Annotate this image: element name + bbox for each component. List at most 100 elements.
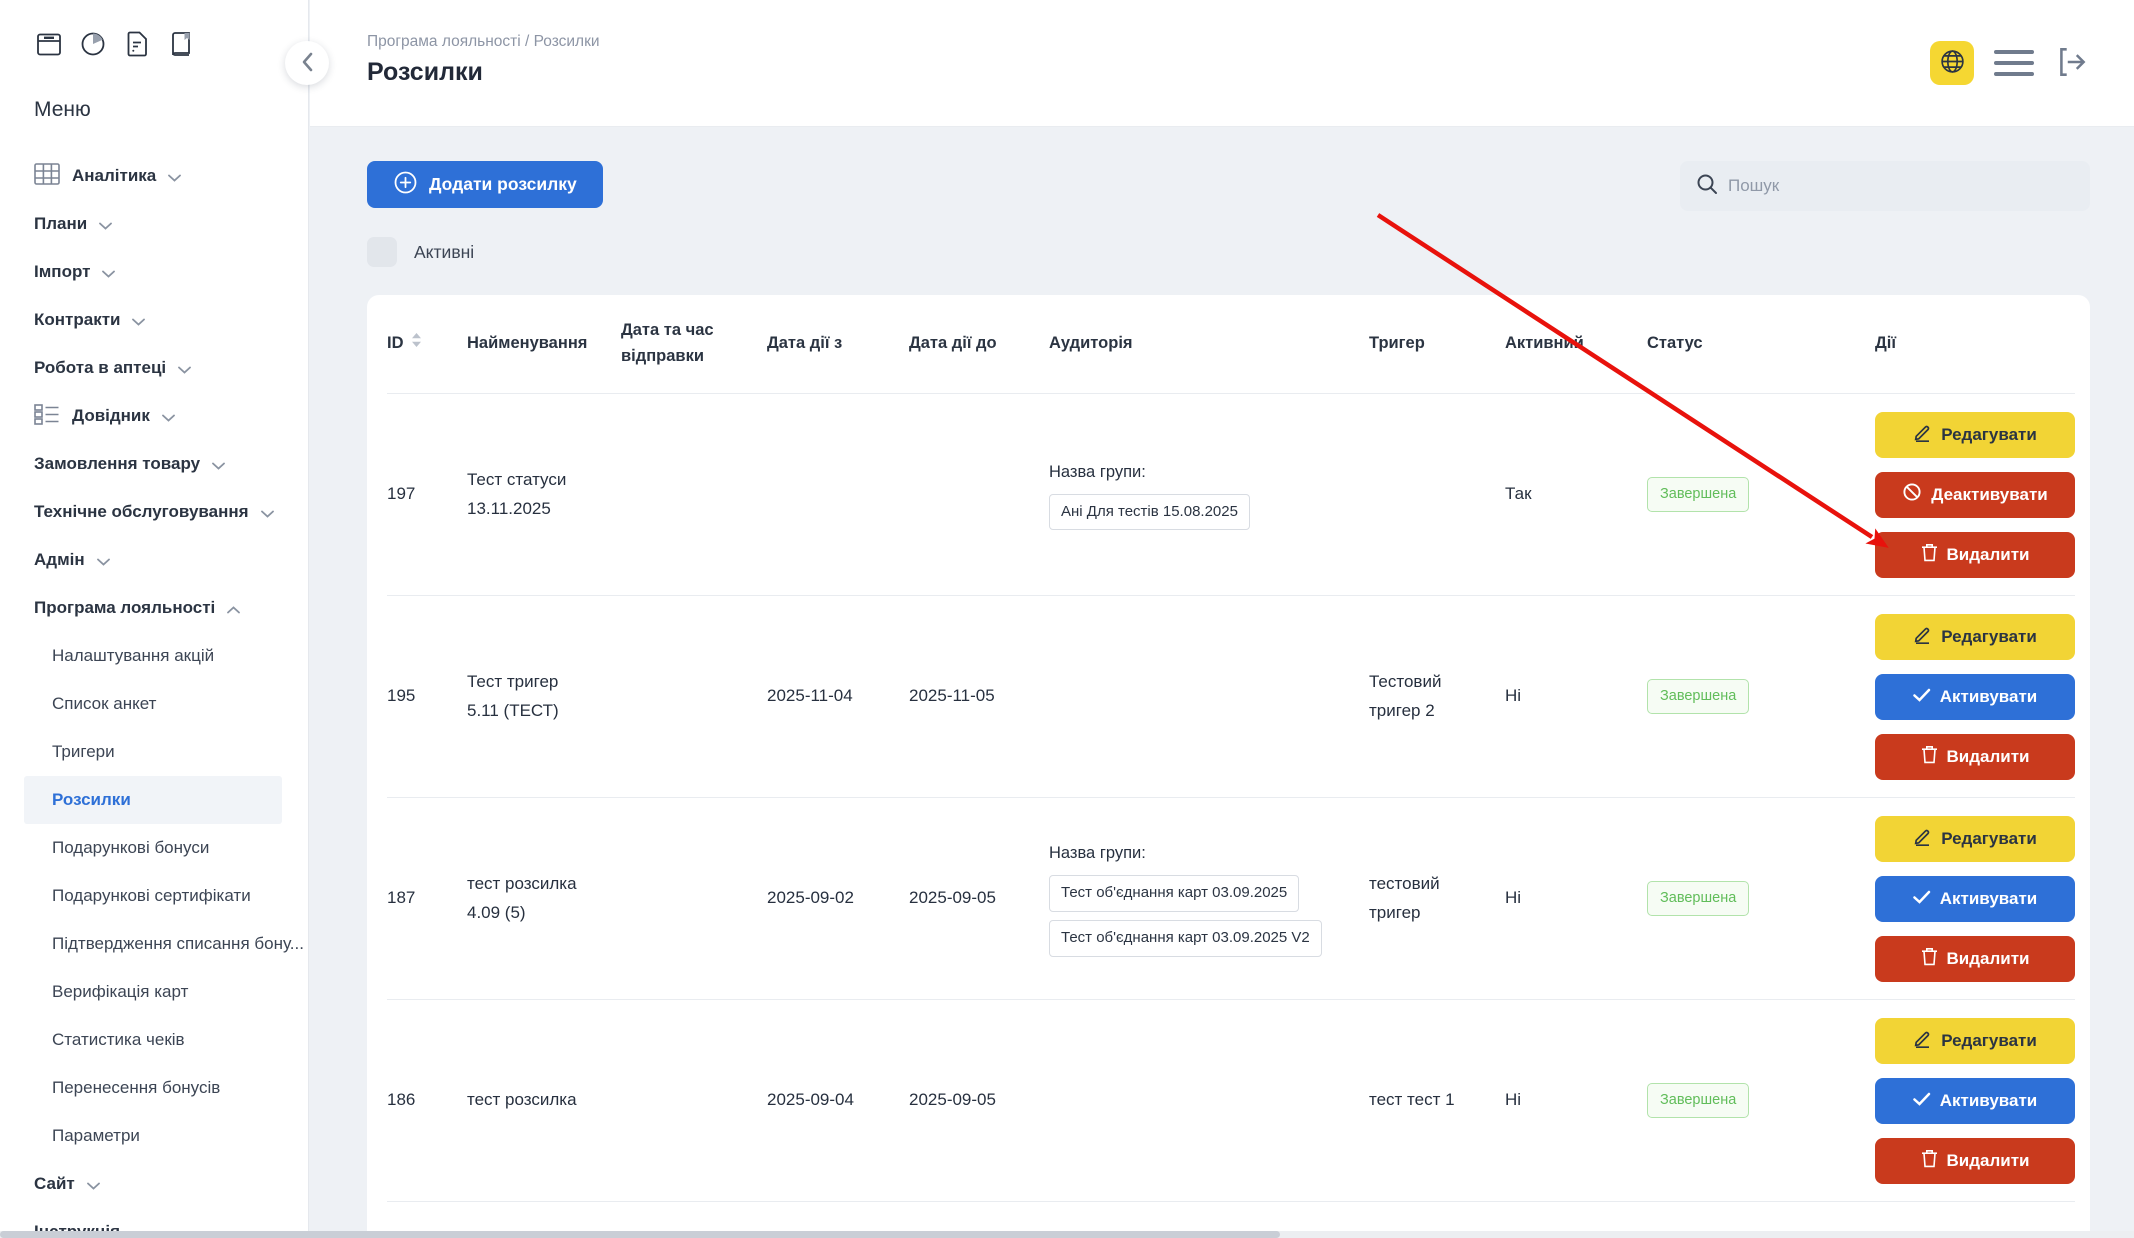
edit-button-label: Редагувати bbox=[1941, 425, 2037, 445]
sort-icon[interactable] bbox=[411, 331, 422, 357]
sidebar-submenu-item[interactable]: Верифікація карт bbox=[34, 968, 308, 1016]
activate-button[interactable]: Активувати bbox=[1875, 876, 2075, 922]
edit-button[interactable]: Редагувати bbox=[1875, 1018, 2075, 1064]
mailing-name-line: Тест тригер bbox=[467, 668, 607, 696]
logout-button[interactable] bbox=[2054, 44, 2090, 83]
cell-actions: Редагувати Активувати Видалити bbox=[1875, 816, 2075, 982]
sidebar-submenu-item[interactable]: Параметри bbox=[34, 1112, 308, 1160]
topbar: Програма лояльності / Розсилки Розсилки bbox=[310, 0, 2134, 127]
delete-button[interactable]: Видалити bbox=[1875, 734, 2075, 780]
topbar-icons bbox=[1930, 41, 2090, 85]
edit-button-label: Редагувати bbox=[1941, 1031, 2037, 1051]
sidebar-item-label: Плани bbox=[34, 214, 87, 234]
sidebar-submenu-item[interactable]: Налаштування акцій bbox=[34, 632, 308, 680]
deactivate-button[interactable]: Деактивувати bbox=[1875, 472, 2075, 518]
cell-audience: Назва групи: Тест об'єднання карт 03.09.2… bbox=[1049, 840, 1369, 957]
cell-id: 195 bbox=[387, 682, 467, 710]
edit-button[interactable]: Редагувати bbox=[1875, 614, 2075, 660]
sidebar-item[interactable]: Аналітика bbox=[34, 152, 308, 200]
delete-button-label: Видалити bbox=[1947, 545, 2030, 565]
column-header: Дата дії з bbox=[767, 331, 909, 357]
column-header-label: Аудиторія bbox=[1049, 334, 1133, 352]
check-icon bbox=[1913, 889, 1931, 909]
sidebar-item[interactable]: Імпорт bbox=[34, 248, 308, 296]
sidebar-submenu-item[interactable]: Подарункові сертифікати bbox=[34, 872, 308, 920]
chevron-down-icon bbox=[261, 510, 274, 518]
menu-icon[interactable] bbox=[1994, 50, 2034, 76]
sidebar-item[interactable]: Замовлення товару bbox=[34, 440, 308, 488]
delete-button-label: Видалити bbox=[1947, 1151, 2030, 1171]
edit-button[interactable]: Редагувати bbox=[1875, 412, 2075, 458]
edit-button-label: Редагувати bbox=[1941, 829, 2037, 849]
delete-button[interactable]: Видалити bbox=[1875, 936, 2075, 982]
sidebar-item[interactable]: Адмін bbox=[34, 536, 308, 584]
sidebar-item[interactable]: Плани bbox=[34, 200, 308, 248]
archive-icon[interactable] bbox=[34, 29, 64, 64]
add-mailing-button[interactable]: Додати розсилку bbox=[367, 161, 603, 208]
pie-chart-icon[interactable] bbox=[78, 29, 108, 64]
trash-icon bbox=[1921, 1149, 1938, 1173]
audience-label: Назва групи: bbox=[1049, 840, 1355, 867]
page-title: Розсилки bbox=[367, 58, 483, 87]
column-header: Дата та час відправки bbox=[621, 318, 767, 369]
sidebar-submenu-item-active[interactable]: Розсилки bbox=[24, 776, 282, 824]
table-row: 197Тест статуси13.11.2025Назва групи:Ані… bbox=[387, 393, 2075, 595]
active-filter-label: Активні bbox=[414, 242, 474, 263]
sidebar-item[interactable]: Технічне обслуговування bbox=[34, 488, 308, 536]
sidebar-collapse-button[interactable] bbox=[285, 41, 329, 85]
column-header: Найменування bbox=[467, 331, 621, 357]
activate-button[interactable]: Активувати bbox=[1875, 1078, 2075, 1124]
sidebar-submenu-item[interactable]: Тригери bbox=[34, 728, 308, 776]
book-icon[interactable] bbox=[166, 29, 196, 64]
table-body: 197Тест статуси13.11.2025Назва групи:Ані… bbox=[387, 393, 2075, 1238]
sidebar-item[interactable]: Програма лояльності bbox=[34, 584, 308, 632]
mailing-id: 186 bbox=[387, 1090, 415, 1109]
cell-date-to: 2025-09-05 bbox=[909, 884, 1049, 912]
chevron-down-icon bbox=[87, 1182, 100, 1190]
cell-active: Ні bbox=[1505, 682, 1647, 710]
sidebar-submenu-item[interactable]: Перенесення бонусів bbox=[34, 1064, 308, 1112]
chevron-down-icon bbox=[102, 270, 115, 278]
sidebar-item[interactable]: Довідник bbox=[34, 392, 308, 440]
horizontal-scrollbar-thumb[interactable] bbox=[0, 1231, 1280, 1238]
edit-button[interactable]: Редагувати bbox=[1875, 816, 2075, 862]
sidebar-item-label: Аналітика bbox=[72, 166, 156, 186]
mailings-table-card: IDНайменуванняДата та час відправкиДата … bbox=[367, 295, 2090, 1238]
sidebar-item[interactable]: Сайт bbox=[34, 1160, 308, 1208]
cell-actions: Редагувати Активувати Видалити bbox=[1875, 1018, 2075, 1184]
column-header-label: Статус bbox=[1647, 334, 1703, 352]
chevron-down-icon bbox=[132, 318, 145, 326]
active-filter-checkbox[interactable] bbox=[367, 237, 397, 267]
sidebar-submenu-item[interactable]: Статистика чеків bbox=[34, 1016, 308, 1064]
activate-button[interactable]: Активувати bbox=[1875, 674, 2075, 720]
ban-icon bbox=[1902, 482, 1922, 507]
cell-id: 186 bbox=[387, 1086, 467, 1114]
sidebar-submenu-item[interactable]: Підтвердження списання бону... bbox=[34, 920, 308, 968]
search-input[interactable] bbox=[1728, 176, 2074, 196]
chevron-left-icon bbox=[301, 52, 313, 75]
sidebar-item[interactable]: Робота в аптеці bbox=[34, 344, 308, 392]
sidebar-item-label: Довідник bbox=[72, 406, 150, 426]
document-icon[interactable] bbox=[122, 29, 152, 64]
delete-button[interactable]: Видалити bbox=[1875, 1138, 2075, 1184]
edit-button-label: Редагувати bbox=[1941, 627, 2037, 647]
breadcrumb[interactable]: Програма лояльності / Розсилки bbox=[367, 33, 600, 51]
trash-icon bbox=[1921, 745, 1938, 769]
sidebar-submenu-item[interactable]: Список анкет bbox=[34, 680, 308, 728]
chevron-down-icon bbox=[97, 558, 110, 566]
search-icon bbox=[1696, 173, 1718, 200]
audience-group-chip: Тест об'єднання карт 03.09.2025 V2 bbox=[1049, 920, 1322, 957]
mailing-name-line: 4.09 (5) bbox=[467, 899, 607, 927]
column-header: Дії bbox=[1875, 331, 2075, 357]
delete-button[interactable]: Видалити bbox=[1875, 532, 2075, 578]
mailing-name-line: тест розсилка bbox=[467, 870, 607, 898]
cell-name: Тест тригер5.11 (ТЕСТ) bbox=[467, 668, 621, 724]
globe-language-button[interactable] bbox=[1930, 41, 1974, 85]
cell-trigger: Тестовий тригер 2 bbox=[1369, 668, 1505, 724]
cell-audience: Назва групи:Ані Для тестів 15.08.2025 bbox=[1049, 459, 1369, 531]
mailing-id: 187 bbox=[387, 888, 415, 907]
sidebar-submenu-item[interactable]: Подарункові бонуси bbox=[34, 824, 308, 872]
add-mailing-label: Додати розсилку bbox=[429, 174, 577, 195]
menu-title: Меню bbox=[34, 98, 308, 122]
sidebar-item[interactable]: Контракти bbox=[34, 296, 308, 344]
